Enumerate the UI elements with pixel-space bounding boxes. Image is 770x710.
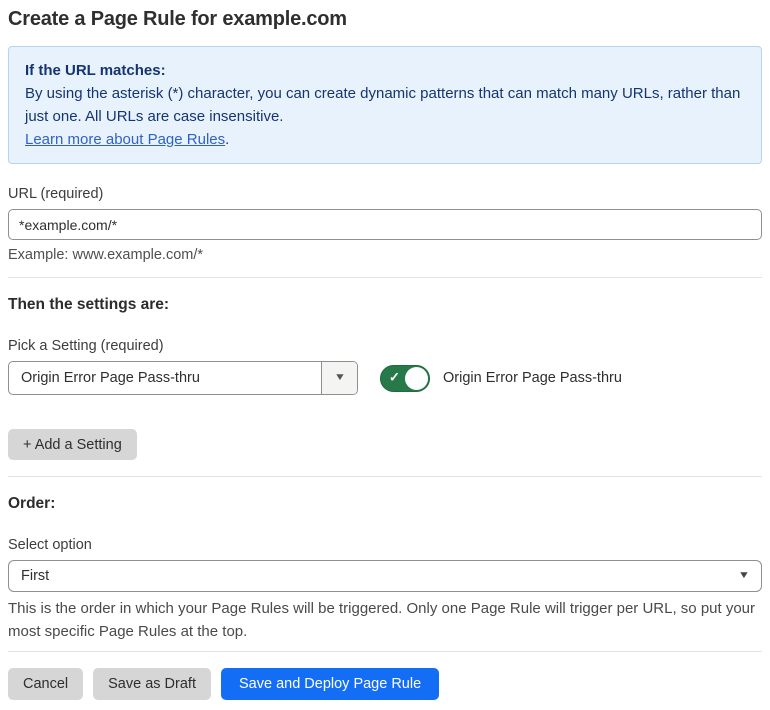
divider <box>8 277 762 278</box>
setting-toggle-label: Origin Error Page Pass-thru <box>443 370 622 386</box>
divider <box>8 476 762 477</box>
save-and-deploy-button[interactable]: Save and Deploy Page Rule <box>220 668 440 700</box>
order-select-value: First <box>21 568 50 584</box>
order-select[interactable]: First ▼ <box>8 560 762 592</box>
info-box-heading: If the URL matches: <box>25 62 166 79</box>
setting-combobox-dropdown-button[interactable]: ▼ <box>321 362 357 394</box>
link-suffix: . <box>225 131 230 148</box>
order-section-heading: Order: <box>8 495 56 512</box>
url-input[interactable] <box>8 209 762 240</box>
settings-section-heading: Then the settings are: <box>8 296 170 313</box>
info-box-body: By using the asterisk (*) character, you… <box>25 85 741 125</box>
add-setting-button[interactable]: + Add a Setting <box>8 429 137 460</box>
toggle-knob <box>405 366 428 390</box>
cancel-button[interactable]: Cancel <box>8 668 84 700</box>
setting-combobox-value: Origin Error Page Pass-thru <box>21 370 200 386</box>
order-help-text: This is the order in which your Page Rul… <box>8 600 756 640</box>
page-title: Create a Page Rule for example.com <box>8 8 347 30</box>
page-rule-form: Create a Page Rule for example.com If th… <box>0 0 770 700</box>
url-example-text: Example: www.example.com/* <box>8 247 204 263</box>
chevron-down-icon: ▼ <box>737 570 751 581</box>
pick-setting-label: Pick a Setting (required) <box>8 338 164 354</box>
learn-more-link[interactable]: Learn more about Page Rules <box>25 131 225 148</box>
divider <box>8 651 762 652</box>
info-box-link-line: Learn more about Page Rules. <box>25 128 745 151</box>
setting-row: Origin Error Page Pass-thru ▼ ✓ Origin E… <box>8 361 762 395</box>
chevron-down-icon: ▼ <box>333 372 346 383</box>
form-footer: Cancel Save as Draft Save and Deploy Pag… <box>8 668 762 700</box>
save-as-draft-button[interactable]: Save as Draft <box>93 668 211 700</box>
check-icon: ✓ <box>389 369 400 385</box>
setting-toggle[interactable]: ✓ <box>380 364 430 392</box>
url-field-label: URL (required) <box>8 186 104 202</box>
setting-combobox[interactable]: Origin Error Page Pass-thru ▼ <box>8 361 358 395</box>
order-select-label: Select option <box>8 537 92 553</box>
url-matches-info-box: If the URL matches: By using the asteris… <box>8 46 762 164</box>
